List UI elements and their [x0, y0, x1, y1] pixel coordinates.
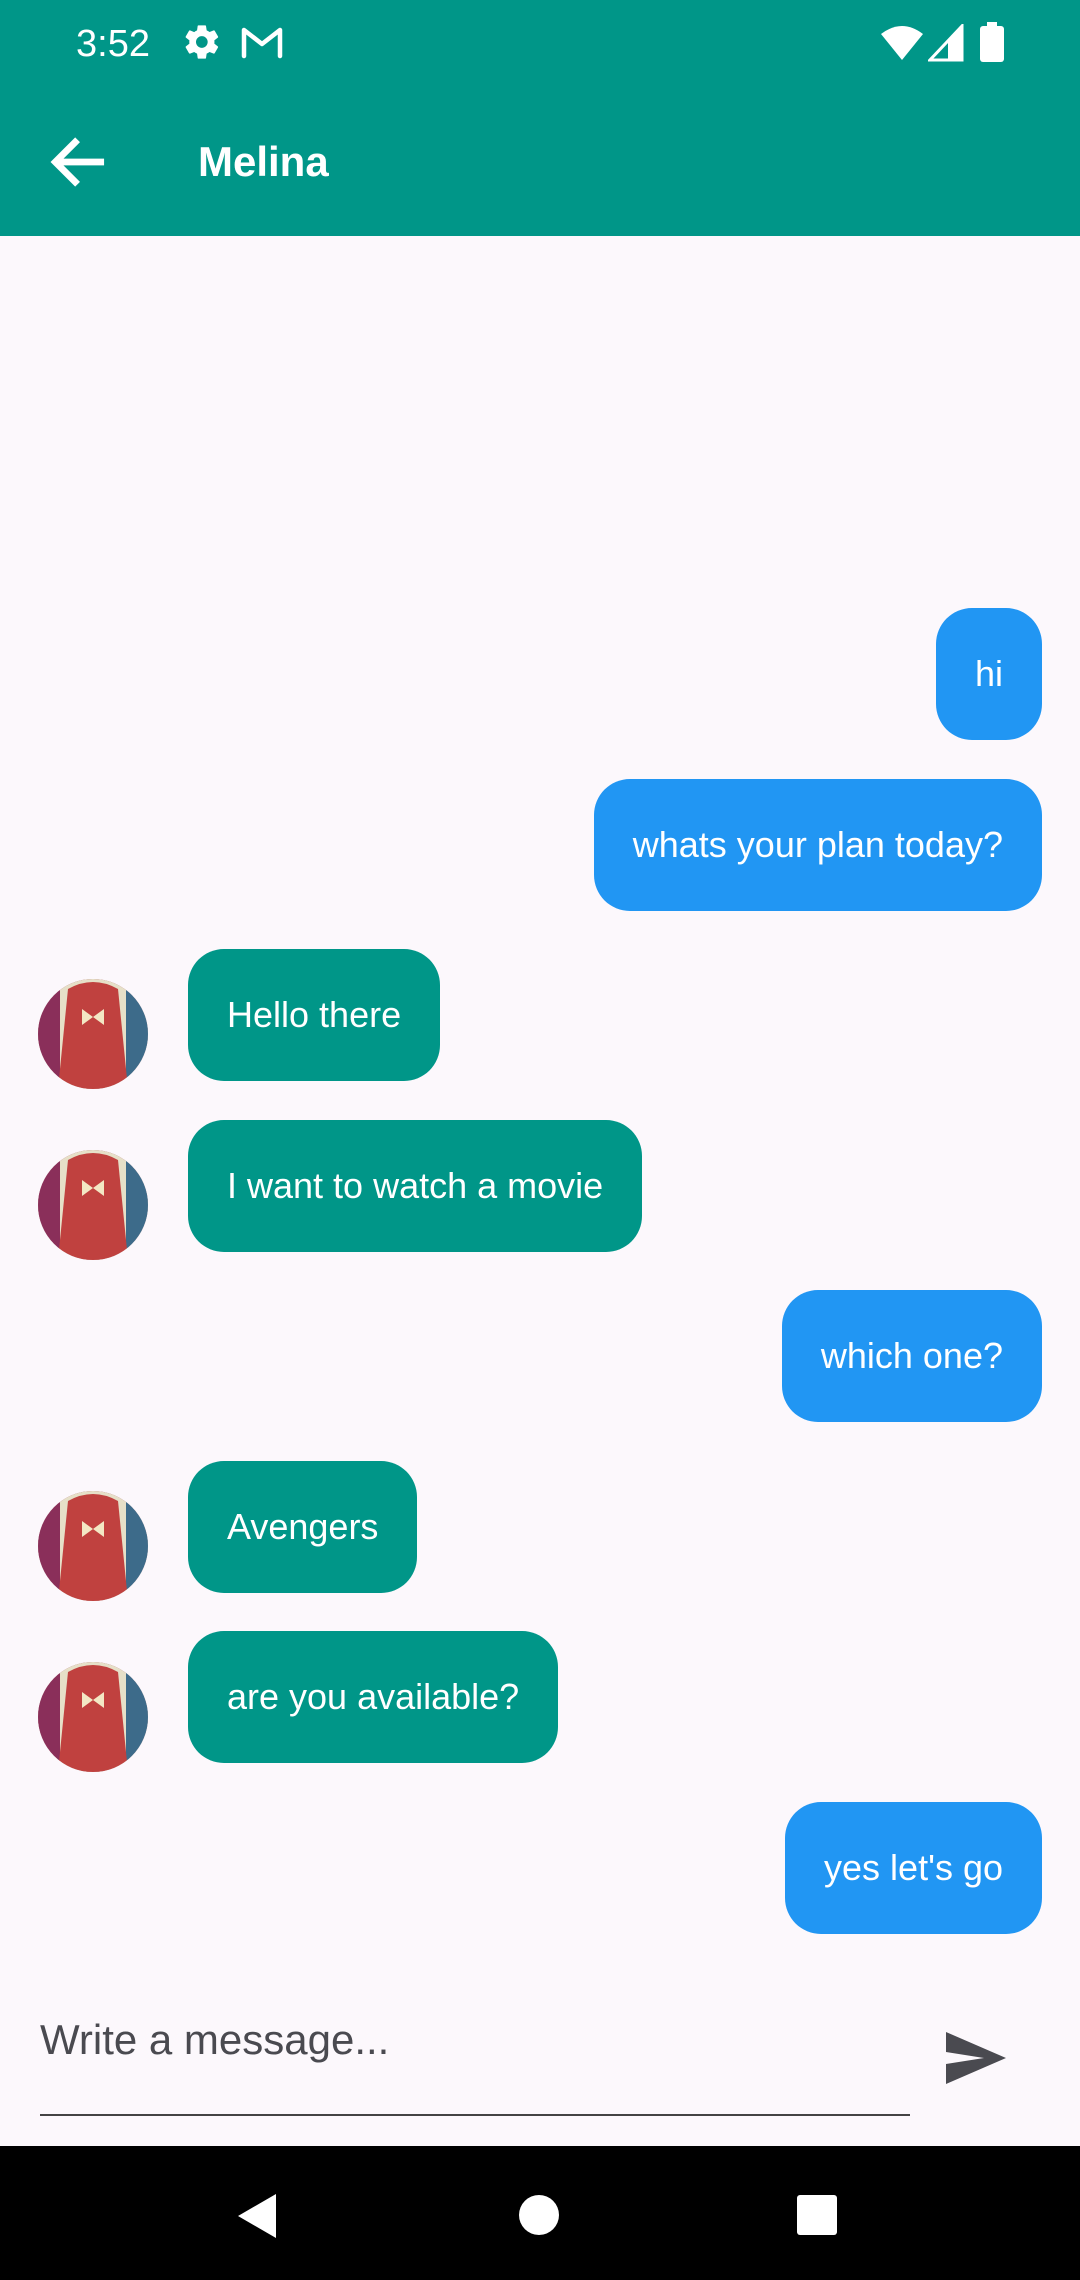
nav-back-icon[interactable]: [236, 2192, 280, 2240]
signal-icon: [928, 24, 964, 62]
contact-avatar[interactable]: [38, 1491, 148, 1601]
conversation-title: Melina: [198, 138, 329, 185]
contact-avatar[interactable]: [38, 1150, 148, 1260]
settings-gear-icon: [185, 25, 219, 59]
contact-avatar[interactable]: [38, 1662, 148, 1772]
status-time: 3:52: [76, 23, 150, 65]
send-icon[interactable]: [944, 2030, 1008, 2086]
wifi-icon: [881, 26, 923, 60]
sent-message-bubble[interactable]: hi: [935, 608, 1042, 740]
nav-home-icon[interactable]: [518, 2194, 560, 2236]
app-bar: Melina: [0, 88, 1080, 236]
chat-message-list[interactable]: hi whats your plan today? Hello there I …: [0, 236, 1080, 1966]
avatar-image: [38, 979, 148, 1089]
avatar-image: [38, 1150, 148, 1260]
system-navigation-bar: [0, 2146, 1080, 2280]
gmail-icon: [241, 27, 283, 59]
received-message-bubble[interactable]: Avengers: [188, 1461, 418, 1593]
nav-recents-icon[interactable]: [796, 2194, 838, 2236]
battery-icon: [980, 22, 1004, 62]
received-message-bubble[interactable]: Hello there: [188, 949, 441, 1081]
sent-message-bubble[interactable]: which one?: [781, 1290, 1042, 1422]
received-message-bubble[interactable]: I want to watch a movie: [188, 1120, 643, 1252]
avatar-image: [38, 1491, 148, 1601]
status-bar: 3:52: [0, 0, 1080, 88]
sent-message-bubble[interactable]: yes let's go: [785, 1802, 1042, 1934]
message-composer: [0, 1966, 1080, 2146]
message-input[interactable]: [40, 1966, 910, 2116]
avatar-image: [38, 1662, 148, 1772]
sent-message-bubble[interactable]: whats your plan today?: [593, 779, 1042, 911]
arrow-back-icon[interactable]: [44, 128, 112, 196]
received-message-bubble[interactable]: are you available?: [188, 1631, 559, 1763]
contact-avatar[interactable]: [38, 979, 148, 1089]
